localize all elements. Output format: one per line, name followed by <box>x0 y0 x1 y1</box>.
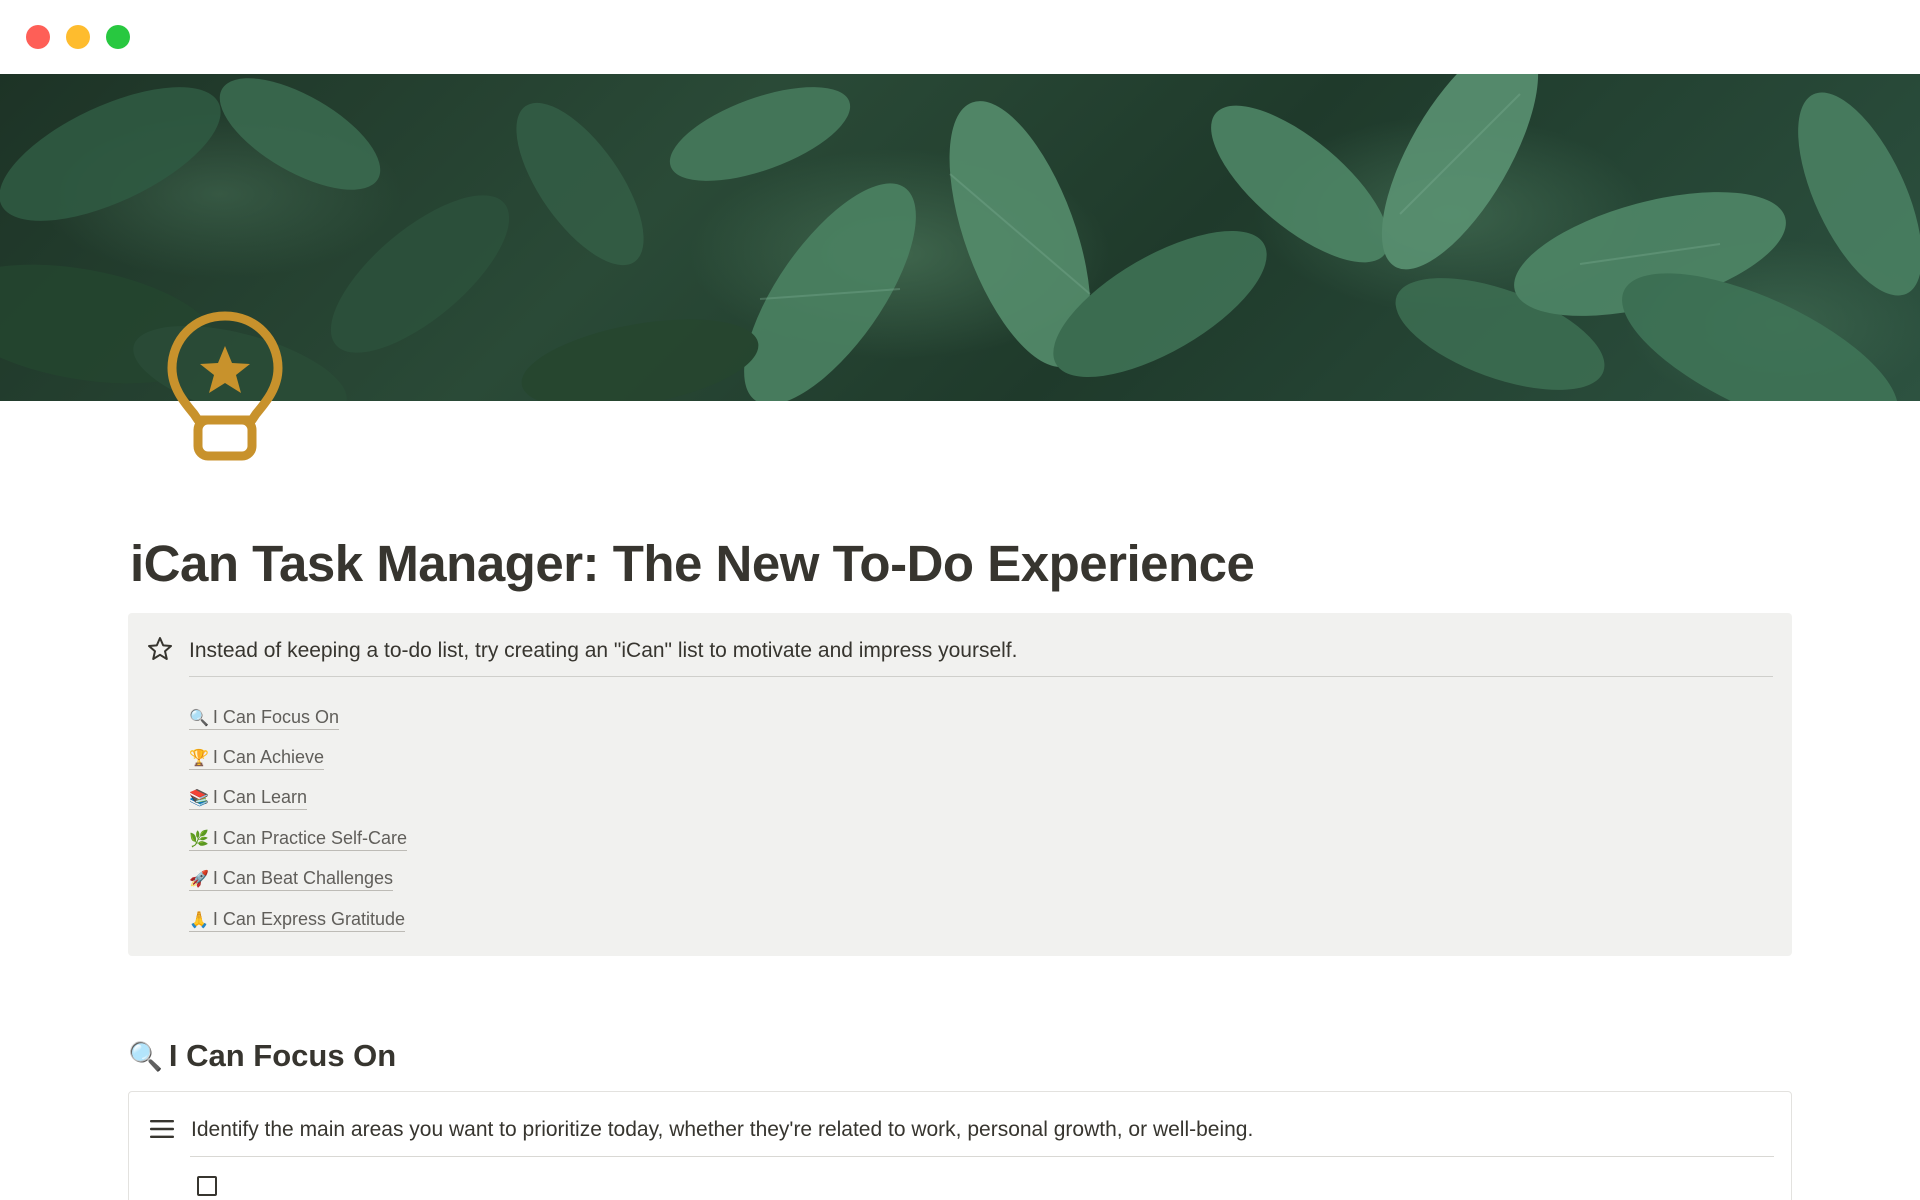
magnifying-glass-icon: 🔍 <box>128 1039 163 1073</box>
list-item: 🔍 I Can Focus On <box>189 698 407 738</box>
books-icon: 📚 <box>189 788 209 808</box>
toc-link-label: I Can Practice Self-Care <box>212 827 407 848</box>
toc-link-challenges[interactable]: 🚀 I Can Beat Challenges <box>189 868 394 892</box>
herb-icon: 🌿 <box>189 828 209 848</box>
window-maximize-button[interactable] <box>106 25 130 49</box>
toc-link-label: I Can Express Gratitude <box>212 908 406 929</box>
callout-divider <box>189 676 1773 677</box>
toc-link-label: I Can Focus On <box>212 706 339 727</box>
toc-link-achieve[interactable]: 🏆 I Can Achieve <box>189 747 324 771</box>
hamburger-menu-icon[interactable] <box>149 1118 175 1140</box>
magnifying-glass-icon: 🔍 <box>189 707 209 727</box>
callout-text: Instead of keeping a to-do list, try cre… <box>189 639 1018 662</box>
trophy-icon: 🏆 <box>189 748 209 768</box>
cover-image[interactable] <box>0 74 1920 401</box>
page-title: iCan Task Manager: The New To-Do Experie… <box>130 535 1255 592</box>
section-heading-label: I Can Focus On <box>168 1038 397 1073</box>
window-minimize-button[interactable] <box>66 25 90 49</box>
praying-hands-icon: 🙏 <box>189 909 209 929</box>
toc-link-label: I Can Learn <box>212 787 307 808</box>
toc-link-label: I Can Achieve <box>212 747 324 768</box>
list-item: 🌿 I Can Practice Self-Care <box>189 819 407 859</box>
toc-link-gratitude[interactable]: 🙏 I Can Express Gratitude <box>189 908 406 932</box>
toc-link-self-care[interactable]: 🌿 I Can Practice Self-Care <box>189 828 407 851</box>
list-item: 🙏 I Can Express Gratitude <box>189 900 407 940</box>
lightbulb-star-icon[interactable] <box>162 308 288 468</box>
window-close-button[interactable] <box>26 25 50 49</box>
toc-link-learn[interactable]: 📚 I Can Learn <box>189 787 307 811</box>
focus-callout: Identify the main areas you want to prio… <box>128 1091 1792 1200</box>
section-heading-focus: 🔍 I Can Focus On <box>128 1038 396 1074</box>
toc-link-label: I Can Beat Challenges <box>212 868 394 889</box>
toc-link-focus[interactable]: 🔍 I Can Focus On <box>189 707 339 730</box>
list-item: 🏆 I Can Achieve <box>189 738 407 778</box>
table-of-contents: 🔍 I Can Focus On 🏆 I Can Achieve 📚 I Can… <box>189 698 407 940</box>
rocket-icon: 🚀 <box>189 869 209 889</box>
todo-checkbox[interactable] <box>197 1176 217 1196</box>
list-item: 📚 I Can Learn <box>189 779 407 819</box>
focus-divider <box>190 1156 1774 1157</box>
star-outline-icon <box>148 637 172 660</box>
window-titlebar <box>0 0 1920 74</box>
leaf-cover-image <box>0 74 1920 401</box>
focus-description: Identify the main areas you want to prio… <box>191 1118 1254 1141</box>
list-item: 🚀 I Can Beat Challenges <box>189 860 407 900</box>
intro-callout: Instead of keeping a to-do list, try cre… <box>128 613 1792 956</box>
